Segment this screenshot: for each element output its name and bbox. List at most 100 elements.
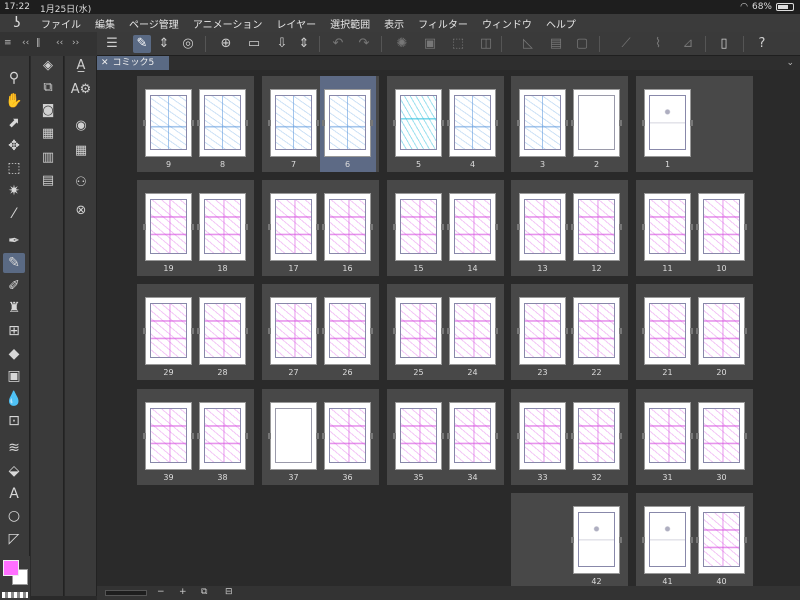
figure-icon[interactable]: ⊡ xyxy=(3,411,25,431)
magic-wand-icon[interactable]: ✷ xyxy=(3,181,25,201)
page-thumbnail[interactable] xyxy=(393,193,444,261)
selection-icon[interactable]: ⬚ xyxy=(449,35,467,53)
chevron-down-icon[interactable]: ⌄ xyxy=(786,56,794,70)
frame-icon[interactable]: ◫ xyxy=(477,35,495,53)
stepper-icon[interactable]: ⇕ xyxy=(155,35,173,53)
main-color-swatch[interactable] xyxy=(3,560,19,576)
page-thumbnail[interactable] xyxy=(322,193,373,261)
expand-icon[interactable]: ›› xyxy=(72,38,79,48)
menu-view[interactable]: 表示 xyxy=(377,16,411,31)
page-thumbnail[interactable] xyxy=(642,297,693,365)
page-thumbnail[interactable] xyxy=(642,193,693,261)
page-thumbnail[interactable] xyxy=(517,193,568,261)
page-spread[interactable]: 42 xyxy=(511,493,628,586)
ruler-icon[interactable]: ◸ xyxy=(3,529,25,549)
new-page-icon[interactable]: ⊕ xyxy=(217,35,235,53)
brush-icon[interactable]: ✐ xyxy=(3,276,25,296)
fit-icon[interactable]: ⧉ xyxy=(201,587,207,597)
page-thumbnail[interactable] xyxy=(571,89,622,157)
menu-help[interactable]: ヘルプ xyxy=(539,16,583,31)
collapse-icon[interactable]: ‹‹ xyxy=(56,38,63,48)
eraser-icon[interactable]: ◆ xyxy=(3,344,25,364)
page-thumbnail[interactable] xyxy=(197,402,248,470)
balloon-icon[interactable]: ○ xyxy=(3,506,25,526)
page-thumbnail[interactable] xyxy=(322,89,373,157)
settings-icon[interactable]: ⊟ xyxy=(225,587,233,597)
tab-document[interactable]: ✕ コミック5 xyxy=(97,56,169,70)
page-thumbnail[interactable] xyxy=(447,89,498,157)
transparent-color-swatch[interactable] xyxy=(2,592,28,598)
page-spread[interactable]: 21 20 xyxy=(636,284,753,380)
page-thumbnail[interactable] xyxy=(447,193,498,261)
object-icon[interactable]: ⬈ xyxy=(3,113,25,133)
page-spread[interactable]: 41 40 xyxy=(636,493,753,586)
page-thumbnail[interactable] xyxy=(696,193,747,261)
menu-icon[interactable]: ☰ xyxy=(103,35,121,53)
zoom-slider[interactable] xyxy=(105,590,147,596)
pen-icon[interactable]: ⟋ xyxy=(617,35,635,53)
layers-icon[interactable]: ⧉ xyxy=(37,78,59,98)
page-thumbnail[interactable] xyxy=(447,402,498,470)
page-spread[interactable]: 98 xyxy=(137,76,254,172)
hand-icon[interactable]: ✋ xyxy=(3,91,25,111)
zoom-in-button[interactable]: + xyxy=(179,587,187,597)
deselect-icon[interactable]: ▤ xyxy=(547,35,565,53)
stepper-icon[interactable]: ⇕ xyxy=(295,35,313,53)
clear-icon[interactable]: ◺ xyxy=(519,35,537,53)
menu-page-management[interactable]: ページ管理 xyxy=(122,16,186,31)
menu-animation[interactable]: アニメーション xyxy=(186,16,270,31)
redo-icon[interactable]: ↷ xyxy=(355,35,373,53)
page-thumbnail[interactable] xyxy=(393,402,444,470)
phone-icon[interactable]: ▯ xyxy=(715,35,733,53)
page-thumbnail[interactable] xyxy=(393,89,444,157)
blend-icon[interactable]: 💧 xyxy=(3,389,25,409)
page-thumbnail[interactable] xyxy=(268,402,319,470)
page-management-canvas[interactable]: 9 8 7 6 5 4 3 2 1 19 18 17 16 15 14 13 12 11 10 29 28 27 26 25 2… xyxy=(97,70,800,586)
page-thumbnail[interactable] xyxy=(696,402,747,470)
fill-icon[interactable]: ⬙ xyxy=(3,461,25,481)
navigator-icon[interactable]: ◙ xyxy=(37,101,59,121)
menu-layer[interactable]: レイヤー xyxy=(269,16,323,31)
menu-selection[interactable]: 選択範囲 xyxy=(323,16,377,31)
page-thumbnail[interactable] xyxy=(642,89,693,157)
page-spread[interactable]: 11 10 xyxy=(636,180,753,276)
page-thumbnail[interactable] xyxy=(143,89,194,157)
page-thumbnail[interactable] xyxy=(571,193,622,261)
page-spread[interactable]: 17 16 xyxy=(262,180,379,276)
save-icon[interactable]: ⇩ xyxy=(273,35,291,53)
page-thumbnail[interactable] xyxy=(268,89,319,157)
figure-3d-icon[interactable]: ⚇ xyxy=(70,173,92,193)
close-icon[interactable]: ✕ xyxy=(101,58,109,68)
page-thumbnail[interactable] xyxy=(197,297,248,365)
clip-icon[interactable]: ◎ xyxy=(179,35,197,53)
history-icon[interactable]: ▥ xyxy=(37,148,59,168)
page-thumbnail[interactable] xyxy=(322,297,373,365)
page-spread[interactable]: 23 22 xyxy=(511,284,628,380)
page-thumbnail[interactable] xyxy=(268,297,319,365)
open-folder-icon[interactable]: ▭ xyxy=(245,35,263,53)
page-spread[interactable]: 1 xyxy=(636,76,753,172)
menu-edit[interactable]: 編集 xyxy=(88,16,122,31)
undo-icon[interactable]: ↶ xyxy=(329,35,347,53)
clip-studio-logo-icon[interactable]: ʖ xyxy=(0,15,34,31)
eyedropper-icon[interactable]: ⁄ xyxy=(3,204,25,224)
selection-icon[interactable]: ⬚ xyxy=(3,158,25,178)
layer-property-icon[interactable]: ◈ xyxy=(37,56,59,76)
page-thumbnail[interactable] xyxy=(143,402,194,470)
eraser-icon[interactable]: ⊿ xyxy=(679,35,697,53)
page-thumbnail[interactable] xyxy=(143,297,194,365)
frame-icon[interactable]: ▢ xyxy=(573,35,591,53)
frame-border-icon[interactable]: ≋ xyxy=(3,438,25,458)
page-thumbnail[interactable] xyxy=(447,297,498,365)
calendar-icon[interactable]: ▦ xyxy=(70,141,92,161)
page-spread[interactable]: 25 24 xyxy=(387,284,504,380)
layer-stack-icon[interactable]: ▤ xyxy=(37,171,59,191)
page-spread[interactable]: 39 38 xyxy=(137,389,254,485)
page-spread[interactable]: 15 14 xyxy=(387,180,504,276)
loading-icon[interactable]: ✺ xyxy=(393,35,411,53)
pencil-icon[interactable]: ✎ xyxy=(3,253,25,273)
pen-icon[interactable]: ✒ xyxy=(3,231,25,251)
page-thumbnail[interactable] xyxy=(696,297,747,365)
page-spread[interactable]: 33 32 xyxy=(511,389,628,485)
decoration-icon[interactable]: ⊞ xyxy=(3,321,25,341)
